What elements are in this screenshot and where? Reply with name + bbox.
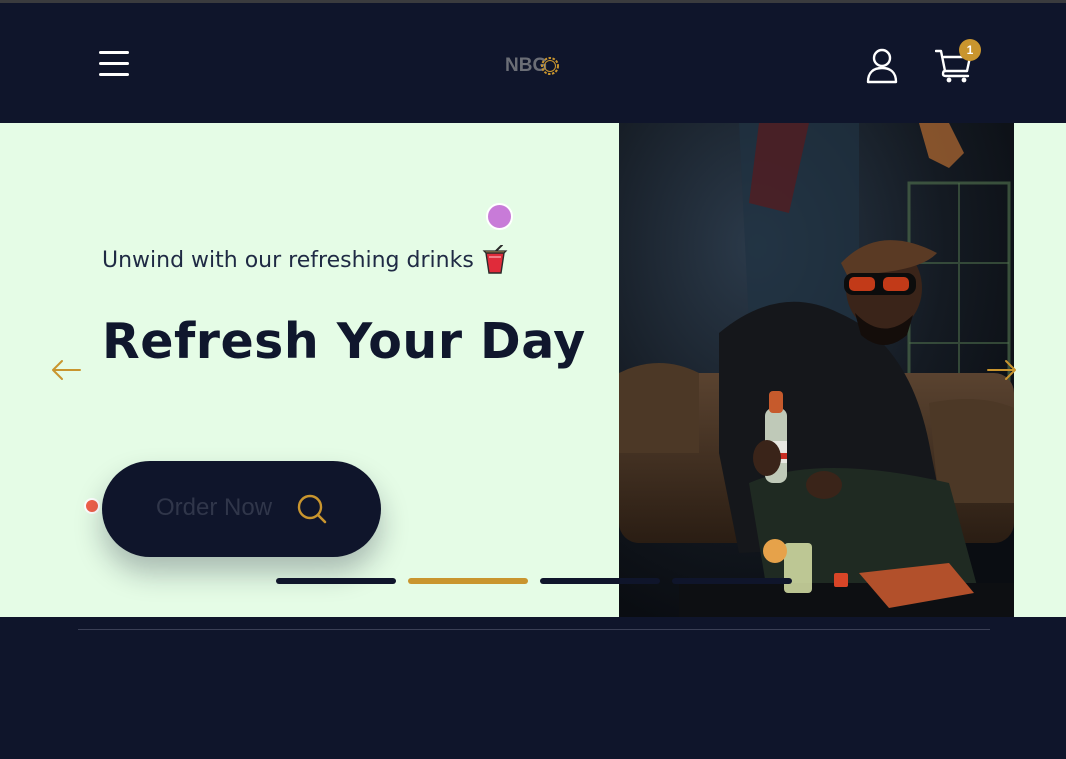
decorative-red-dot <box>84 498 100 514</box>
user-icon[interactable] <box>866 48 898 84</box>
section-divider <box>78 629 990 630</box>
gear-logo-icon <box>541 57 559 75</box>
hero-photo <box>619 123 1014 617</box>
brand-logo[interactable]: NBG <box>505 51 561 81</box>
hero-carousel: Unwind with our refreshing drinks Refres… <box>0 123 1066 617</box>
arrow-right-icon[interactable] <box>986 359 1018 381</box>
cart-count-badge: 1 <box>959 39 981 61</box>
hamburger-menu-icon[interactable] <box>99 51 129 77</box>
order-now-button[interactable]: Order Now <box>102 461 381 557</box>
hero-subtitle-text: Unwind with our refreshing drinks <box>102 247 474 273</box>
drink-cup-icon <box>482 245 508 274</box>
search-icon <box>297 494 327 524</box>
hamburger-line <box>99 73 129 76</box>
navbar: NBG 1 <box>0 3 1066 123</box>
hamburger-line <box>99 62 129 65</box>
carousel-indicator-2[interactable] <box>408 578 528 584</box>
carousel-indicator-1[interactable] <box>276 578 396 584</box>
carousel-indicators <box>276 578 792 584</box>
man-with-drink-photo <box>619 123 1014 617</box>
hero-headline: Refresh Your Day <box>102 313 586 370</box>
hamburger-line <box>99 51 129 54</box>
carousel-indicator-3[interactable] <box>540 578 660 584</box>
decorative-purple-dot <box>486 203 513 230</box>
order-now-label: Order Now <box>156 494 273 521</box>
arrow-left-icon[interactable] <box>50 359 82 381</box>
carousel-indicator-4[interactable] <box>672 578 792 584</box>
hero-subtitle: Unwind with our refreshing drinks <box>102 245 508 275</box>
